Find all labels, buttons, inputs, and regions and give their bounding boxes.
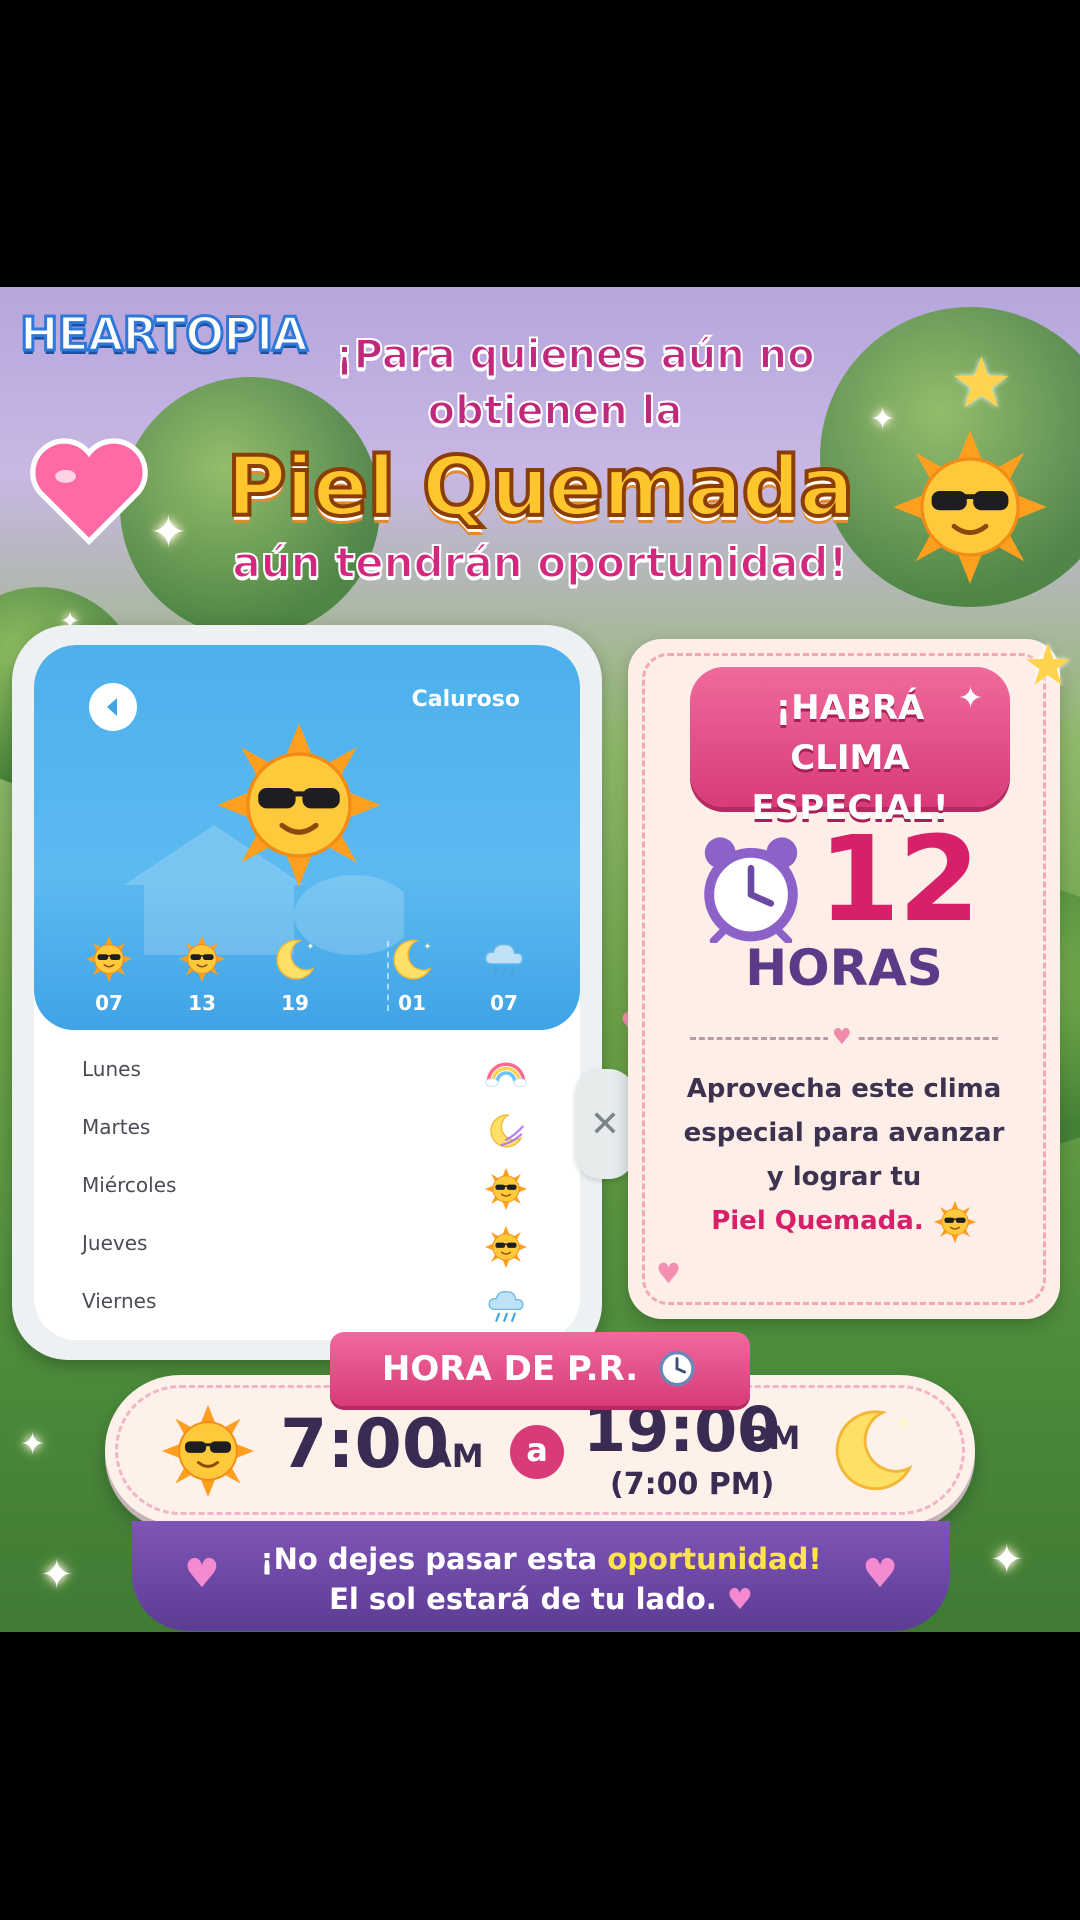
moon-wind-icon: [484, 1109, 528, 1153]
weather-app-panel: Caluroso 07 13 19 01 07 Lunes Martes Mié…: [12, 625, 602, 1360]
start-time-unit: AM: [427, 1437, 484, 1475]
headline-line1b: obtienen la: [427, 387, 684, 435]
alarm-clock-icon: [659, 1351, 695, 1387]
headline-title: Piel Quemada: [225, 440, 857, 535]
info-highlight: Piel Quemada.: [711, 1206, 924, 1236]
day-name: Viernes: [82, 1289, 157, 1313]
headline: ¡Para quienes aún no obtienen la Piel Qu…: [0, 327, 1080, 591]
sunglasses-sun-icon: [85, 935, 133, 983]
sunglasses-sun-icon: [214, 720, 384, 890]
alarm-clock-icon: [704, 837, 798, 943]
hour-slot: 07: [74, 935, 144, 1015]
footer-banner: ♥ ♥ ¡No dejes pasar esta oportunidad! El…: [132, 1521, 950, 1631]
headline-line3: aún tendrán oportunidad!: [231, 537, 848, 588]
hour-slot: 19: [260, 935, 330, 1015]
weather-sky-header: Caluroso 07 13 19 01 07: [34, 645, 580, 1030]
info-line1: Aprovecha este clima: [686, 1074, 1002, 1104]
start-time: 7:00: [280, 1405, 450, 1484]
daily-forecast-list: Lunes Martes Miércoles Jueves Viernes: [34, 1043, 580, 1333]
list-item[interactable]: Jueves: [34, 1217, 580, 1275]
hour-slot: 07: [469, 935, 539, 1015]
footer-message: ¡No dejes pasar esta oportunidad! El sol…: [132, 1539, 950, 1619]
crescent-moon-icon: [388, 935, 436, 983]
back-button[interactable]: [89, 683, 137, 731]
hearts-decoration: ♥: [656, 1257, 682, 1290]
list-item[interactable]: Miércoles: [34, 1159, 580, 1217]
hour-time: 07: [490, 991, 518, 1015]
promo-poster: ✦ ✦ ✦ ✦ ✦ ✦ HEARTOPIA ★ ¡Para quienes aú…: [0, 287, 1080, 1632]
sunglasses-sun-icon: [484, 1225, 528, 1269]
heart-icon: ♥: [726, 1582, 753, 1616]
schedule-tag: HORA DE P.R.: [330, 1332, 750, 1406]
sparkle-icon: ✦: [958, 681, 984, 716]
footer-line2: El sol estará de tu lado.: [329, 1582, 717, 1616]
footer-highlight: oportunidad!: [607, 1542, 822, 1576]
sparkle-icon: ✦: [40, 1552, 74, 1598]
sparkle-icon: ✦: [20, 1427, 46, 1462]
crescent-moon-icon: [825, 1401, 921, 1497]
day-name: Lunes: [82, 1057, 141, 1081]
info-description: Aprovecha este clima especial para avanz…: [658, 1067, 1030, 1244]
star-icon: ★: [1022, 631, 1074, 699]
end-time-unit: PM: [745, 1419, 801, 1457]
hour-time: 01: [398, 991, 426, 1015]
footer-line1: ¡No dejes pasar esta: [260, 1542, 598, 1576]
info-line2: especial para avanzar: [683, 1118, 1005, 1148]
info-line3: y lograr tu: [766, 1162, 922, 1192]
heart-icon: ♥: [828, 1025, 856, 1050]
hour-slot: 01: [377, 935, 447, 1015]
close-icon: ✕: [589, 1103, 621, 1145]
weather-app-screen: Caluroso 07 13 19 01 07 Lunes Martes Mié…: [34, 645, 580, 1340]
rain-cloud-icon: [480, 935, 528, 983]
rainbow-icon: [484, 1051, 528, 1095]
day-name: Jueves: [82, 1231, 148, 1255]
hour-slot: 13: [167, 935, 237, 1015]
schedule-tag-label: HORA DE P.R.: [381, 1349, 639, 1389]
sunglasses-sun-icon: [933, 1200, 977, 1244]
headline-line1: ¡Para quienes aún no: [334, 331, 815, 379]
rain-cloud-icon: [484, 1283, 528, 1327]
current-weather-label: Caluroso: [411, 687, 520, 712]
hourly-forecast: 07 13 19 01 07: [64, 935, 554, 1015]
hours-unit: HORAS: [745, 939, 943, 997]
hour-time: 13: [188, 991, 216, 1015]
sunglasses-sun-icon: [160, 1403, 256, 1499]
day-name: Martes: [82, 1115, 151, 1139]
day-name: Miércoles: [82, 1173, 177, 1197]
hour-time: 19: [281, 991, 309, 1015]
hour-time: 07: [95, 991, 123, 1015]
time-connector: a: [510, 1425, 564, 1479]
sunglasses-sun-icon: [178, 935, 226, 983]
sunglasses-sun-icon: [484, 1167, 528, 1211]
sparkle-icon: ✦: [990, 1537, 1024, 1583]
end-time-12h: (7:00 PM): [610, 1467, 775, 1502]
chevron-left-icon: [107, 698, 117, 716]
close-button[interactable]: ✕: [575, 1069, 635, 1179]
crescent-moon-icon: [271, 935, 319, 983]
hours-count: 12: [818, 810, 980, 948]
list-item[interactable]: Viernes: [34, 1275, 580, 1333]
list-item[interactable]: Martes: [34, 1101, 580, 1159]
list-item[interactable]: Lunes: [34, 1043, 580, 1101]
special-weather-card: ¡HABRÁ CLIMA ESPECIAL! ✦ ★ 12 HORAS ♥ Ap…: [628, 631, 1074, 1319]
